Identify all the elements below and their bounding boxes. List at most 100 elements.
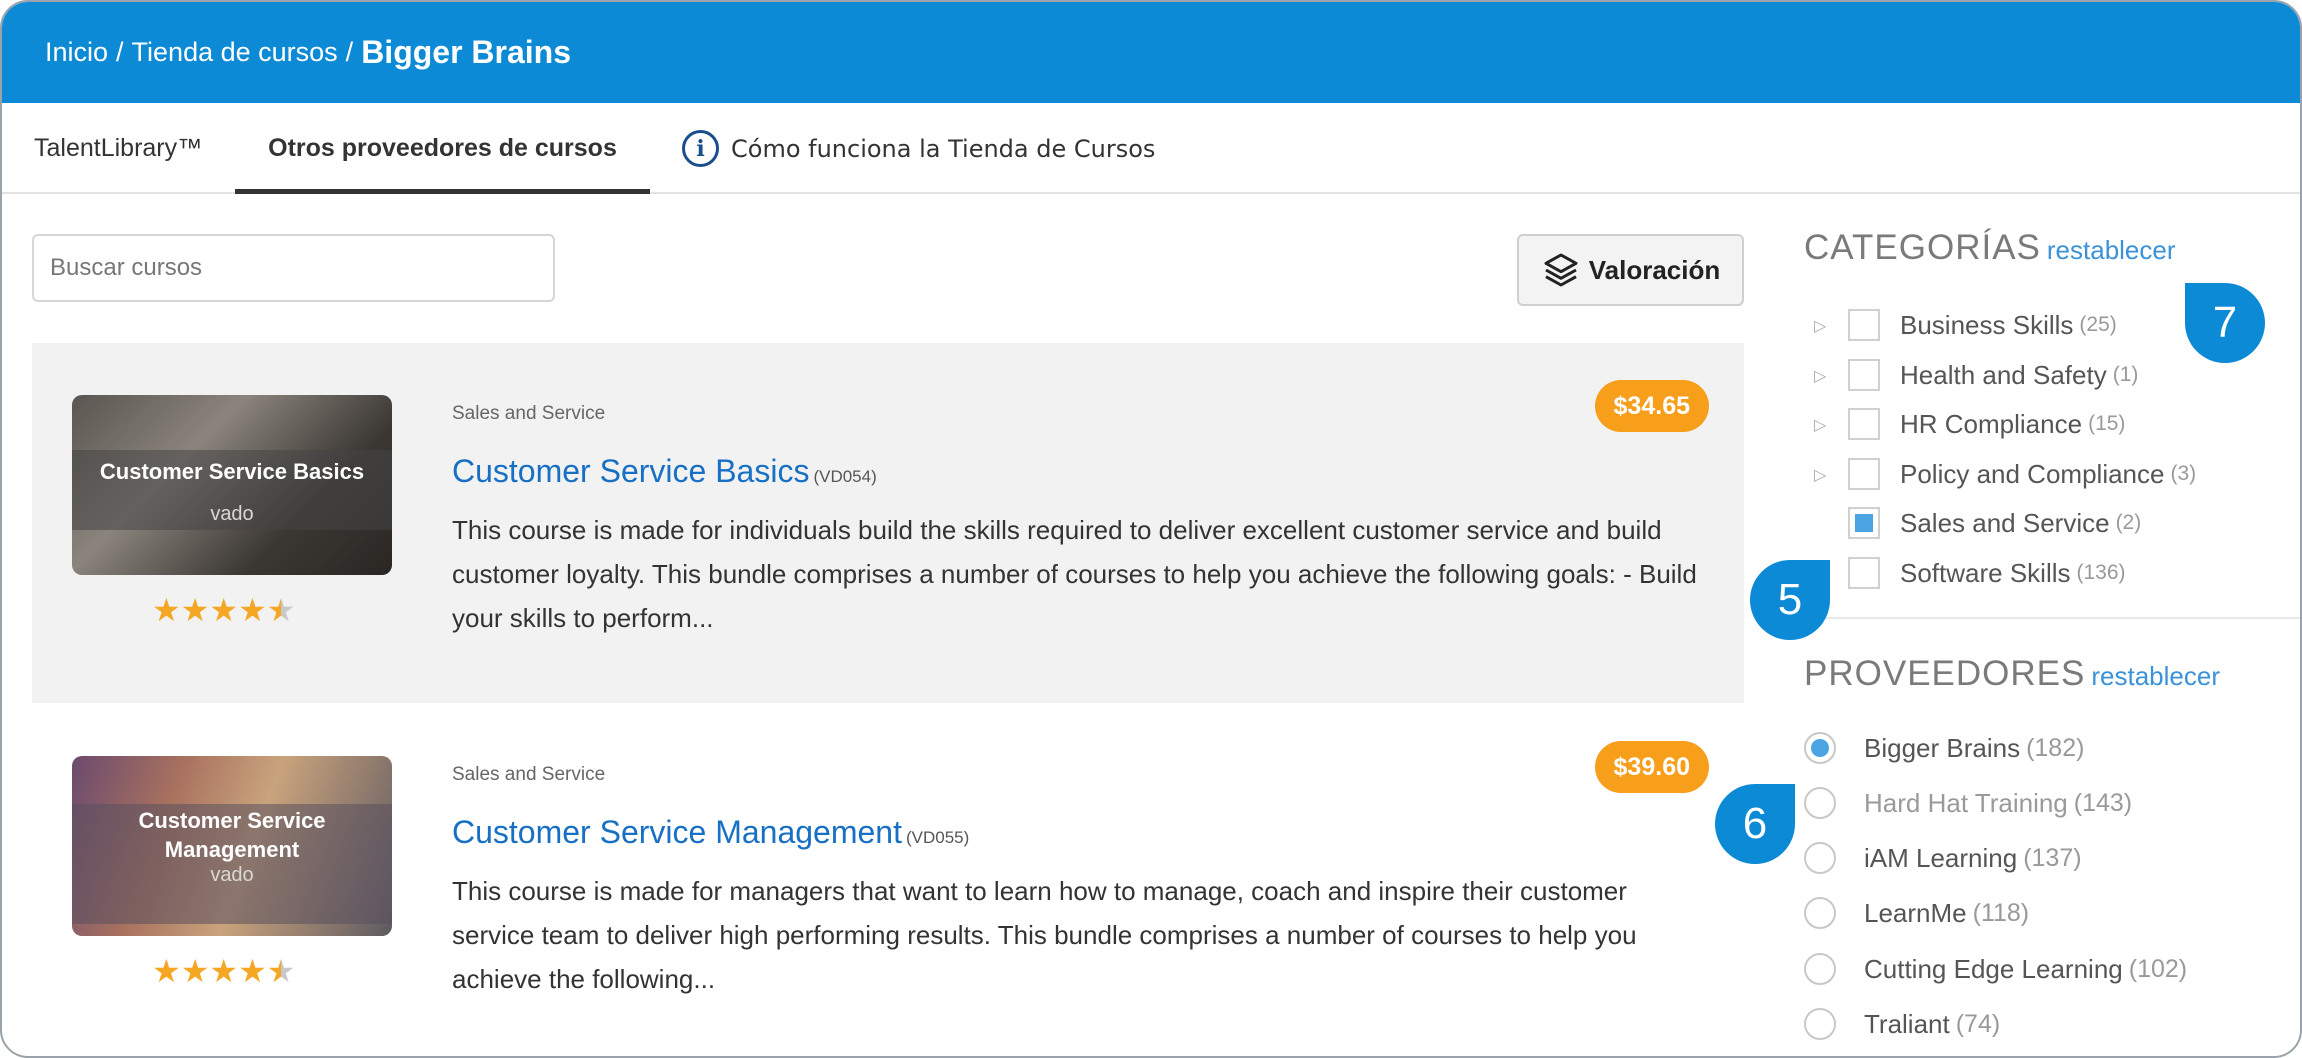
tab-label: Otros proveedores de cursos [268, 134, 617, 162]
category-count: (3) [2170, 462, 2197, 485]
layers-icon [1544, 253, 1578, 287]
half-star-icon: ★ [266, 591, 296, 629]
provider-hard-hat-training[interactable]: Hard Hat Training (143) [1804, 783, 2132, 823]
provider-count: (74) [1955, 1009, 2001, 1038]
course-code: (VD055) [905, 828, 970, 847]
provider-label: Bigger Brains [1864, 732, 2021, 763]
provider-bigger-brains[interactable]: Bigger Brains (182) [1804, 728, 2084, 768]
category-label: Health and Safety [1900, 359, 2107, 390]
star-icon: ★ [180, 952, 210, 990]
expand-arrow-icon[interactable]: ▷ [1814, 415, 1830, 434]
category-label: Policy and Compliance [1900, 458, 2165, 489]
category-checkbox[interactable] [1848, 557, 1880, 589]
provider-label: Traliant [1864, 1008, 1950, 1039]
search-input[interactable] [32, 234, 555, 302]
category-checkbox[interactable] [1848, 458, 1880, 490]
provider-count: (137) [2023, 843, 2082, 872]
thumbnail-title: Customer Service Basics [99, 459, 365, 484]
category-policy-and-compliance[interactable]: ▷ Policy and Compliance (3) [1814, 454, 2196, 494]
category-business-skills[interactable]: ▷ Business Skills (25) [1814, 305, 2117, 345]
course-description: This course is made for individuals buil… [452, 515, 1697, 633]
tab-talentlibrary[interactable]: TalentLibrary™ [34, 103, 202, 194]
category-checkbox[interactable] [1848, 309, 1880, 341]
sort-label: Valoración [1588, 254, 1721, 285]
star-rating: ★ ★ ★ ★ ★ [152, 952, 322, 990]
callout-badge: 5 [1750, 560, 1830, 640]
provider-learnme[interactable]: LearnMe (118) [1804, 893, 2029, 933]
checkbox-fill [1855, 514, 1873, 532]
star-icon: ★ [238, 952, 267, 990]
course-code: (VD054) [813, 467, 877, 486]
tab-label: TalentLibrary™ [34, 134, 203, 162]
category-hr-compliance[interactable]: ▷ HR Compliance (15) [1814, 404, 2125, 444]
tab-other-providers[interactable]: Otros proveedores de cursos [235, 103, 650, 194]
course-card: Customer Service Basics vado ★ ★ ★ ★ ★ S… [32, 343, 1744, 703]
price-badge: $39.60 [1594, 741, 1709, 793]
provider-radio[interactable] [1804, 897, 1836, 929]
provider-iam-learning[interactable]: iAM Learning (137) [1804, 838, 2082, 878]
breadcrumb-current: Bigger Brains [361, 34, 572, 70]
providers-heading: PROVEEDORES restablecer [1804, 654, 2220, 694]
category-sales-and-service[interactable]: ▷ Sales and Service (2) [1814, 503, 2141, 543]
provider-count: (118) [1972, 898, 2030, 927]
category-count: (2) [2115, 511, 2142, 534]
course-title-link[interactable]: Customer Service Management (VD055) [452, 814, 969, 851]
category-health-and-safety[interactable]: ▷ Health and Safety (1) [1814, 355, 2138, 395]
provider-radio[interactable] [1804, 1008, 1836, 1040]
category-software-skills[interactable]: ▷ Software Skills (136) [1814, 553, 2126, 593]
course-title: Customer Service Basics [452, 453, 810, 489]
category-checkbox[interactable] [1848, 359, 1880, 391]
star-icon: ★ [209, 591, 239, 629]
tab-label: Cómo funciona la Tienda de Cursos [731, 134, 1156, 163]
radio-dot [1811, 739, 1829, 757]
price-badge: $34.65 [1594, 380, 1709, 432]
thumbnail-brand: vado [210, 864, 254, 886]
app-window: Inicio / Tienda de cursos / Bigger Brain… [0, 0, 2302, 1058]
category-count: (136) [2076, 561, 2126, 584]
provider-traliant[interactable]: Traliant (74) [1804, 1004, 2000, 1044]
course-category: Sales and Service [452, 764, 606, 785]
provider-count: (182) [2026, 733, 2085, 762]
provider-radio[interactable] [1804, 732, 1836, 764]
expand-arrow-icon[interactable]: ▷ [1814, 316, 1830, 335]
breadcrumb-separator: / [116, 37, 124, 67]
star-icon: ★ [238, 591, 267, 629]
provider-radio[interactable] [1804, 787, 1836, 819]
expand-arrow-icon[interactable]: ▷ [1814, 366, 1830, 385]
sort-rating-button[interactable]: Valoración [1517, 234, 1744, 306]
category-label: Software Skills [1900, 557, 2071, 588]
providers-reset-link[interactable]: restablecer [2091, 661, 2220, 691]
provider-cutting-edge-learning[interactable]: Cutting Edge Learning (102) [1804, 949, 2187, 989]
category-count: (15) [2088, 412, 2126, 435]
course-title-link[interactable]: Customer Service Basics (VD054) [452, 453, 877, 490]
half-star-icon: ★ [266, 952, 296, 990]
provider-radio[interactable] [1804, 953, 1836, 985]
provider-label: Cutting Edge Learning [1864, 953, 2123, 984]
star-icon: ★ [209, 952, 239, 990]
breadcrumb: Inicio / Tienda de cursos / Bigger Brain… [2, 2, 2300, 103]
provider-label: Hard Hat Training [1864, 787, 2068, 818]
star-icon: ★ [152, 591, 181, 629]
categories-reset-link[interactable]: restablecer [2047, 235, 2176, 265]
course-thumbnail[interactable]: Customer Service Management vado [72, 756, 392, 936]
category-label: Sales and Service [1900, 507, 2110, 538]
category-label: HR Compliance [1900, 408, 2083, 439]
breadcrumb-store-link[interactable]: Tienda de cursos [132, 37, 338, 68]
breadcrumb-home-link[interactable]: Inicio [45, 37, 108, 68]
category-checkbox[interactable] [1848, 408, 1880, 440]
category-checkbox[interactable] [1848, 507, 1880, 539]
course-description: This course is made for managers that wa… [452, 876, 1637, 994]
expand-arrow-icon[interactable]: ▷ [1814, 465, 1830, 484]
thumbnail-title: Customer Service Management [138, 808, 326, 862]
info-icon: i [682, 130, 719, 167]
star-rating: ★ ★ ★ ★ ★ [152, 591, 322, 629]
categories-title: CATEGORÍAS [1804, 228, 2041, 267]
tab-how-it-works[interactable]: i Cómo funciona la Tienda de Cursos [682, 103, 1155, 194]
provider-label: LearnMe [1864, 897, 1967, 928]
callout-badge: 6 [1715, 784, 1795, 864]
course-title: Customer Service Management [452, 814, 902, 850]
course-category: Sales and Service [452, 403, 606, 424]
course-thumbnail[interactable]: Customer Service Basics vado [72, 395, 392, 575]
provider-radio[interactable] [1804, 842, 1836, 874]
provider-count: (143) [2073, 788, 2133, 817]
